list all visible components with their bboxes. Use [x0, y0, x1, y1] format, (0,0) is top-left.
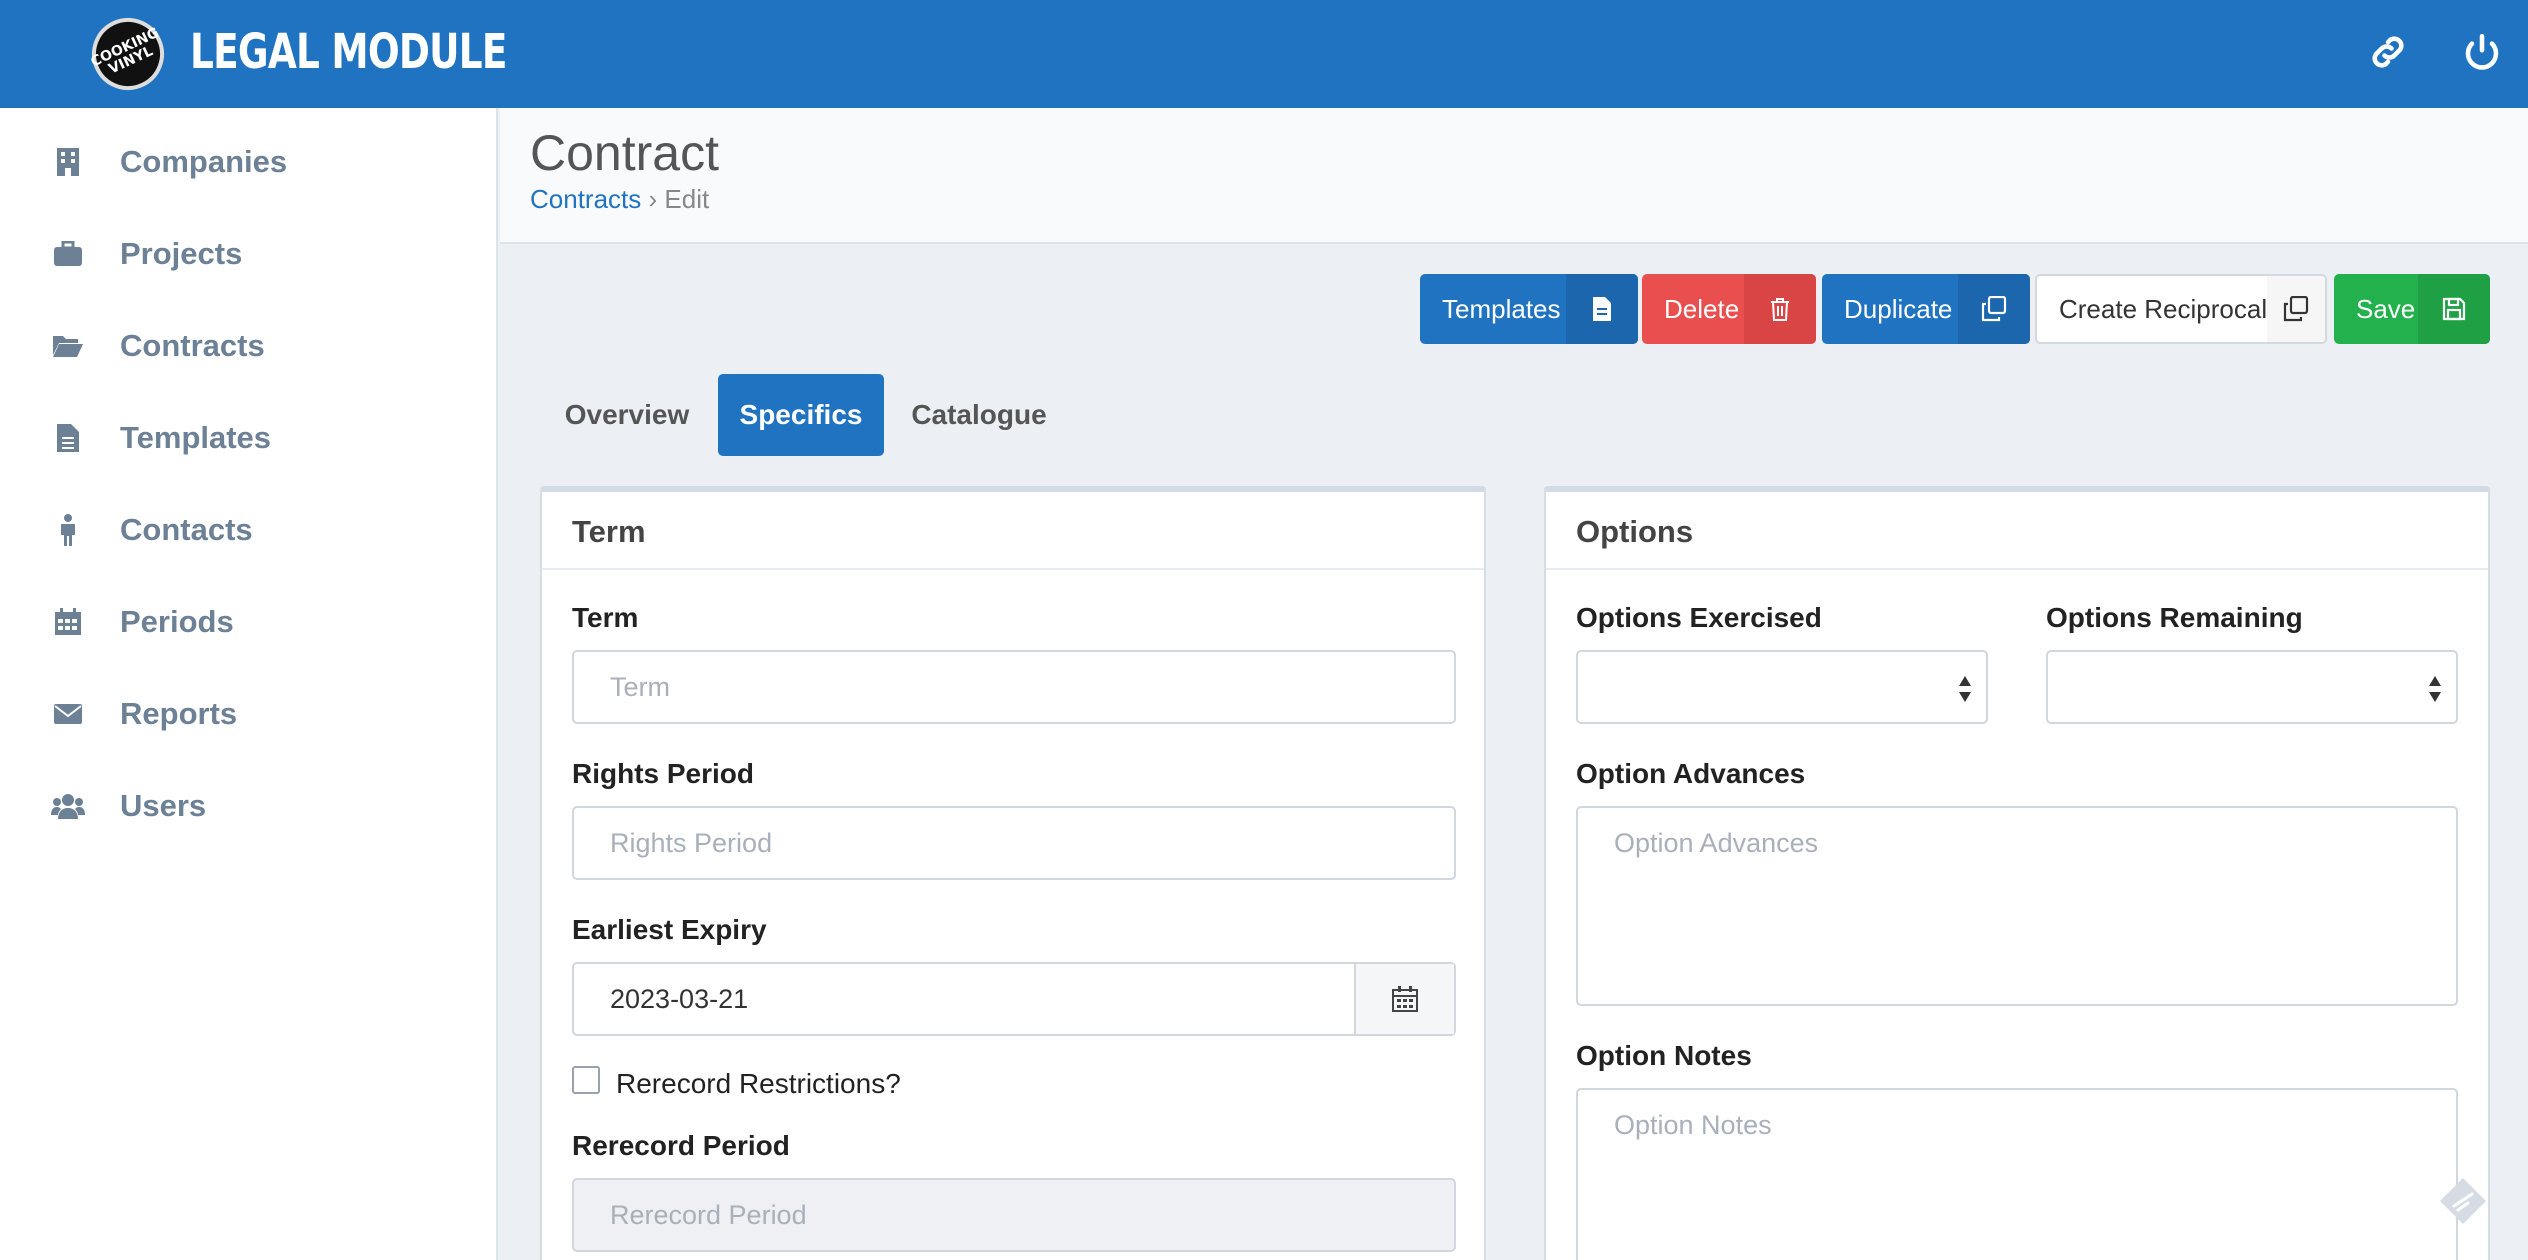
tab-specifics[interactable]: Specifics [718, 374, 884, 456]
breadcrumb-current: Edit [664, 184, 710, 214]
sidebar: Companies Projects Contracts Templates C… [0, 108, 498, 1260]
option-notes-textarea[interactable] [1576, 1088, 2458, 1260]
sidebar-item-label: Reports [120, 696, 238, 731]
rerecord-period-input [572, 1178, 1456, 1252]
save-icon [2418, 274, 2490, 344]
select-arrows-icon [1959, 676, 1971, 702]
tab-catalogue[interactable]: Catalogue [888, 374, 1070, 456]
link-icon[interactable] [2364, 28, 2412, 76]
options-remaining-label: Options Remaining [2046, 602, 2303, 633]
panel-divider [1546, 568, 2488, 570]
sidebar-item-label: Contracts [120, 328, 265, 363]
sidebar-item-label: Templates [120, 420, 272, 455]
feedback-badge-icon[interactable] [2438, 1176, 2488, 1226]
rerecord-period-label: Rerecord Period [572, 1130, 790, 1161]
rights-period-label: Rights Period [572, 758, 755, 789]
sidebar-item-companies[interactable]: Companies [0, 116, 496, 208]
sidebar-item-reports[interactable]: Reports [0, 668, 496, 760]
sidebar-item-label: Users [120, 788, 207, 823]
delete-button[interactable]: Delete [1642, 274, 1816, 344]
option-notes-label: Option Notes [1576, 1040, 1752, 1071]
term-input[interactable] [572, 650, 1456, 724]
trash-icon [1744, 274, 1816, 344]
breadcrumb: Contracts › Edit [530, 184, 709, 215]
term-panel: Term Term Rights Period Earliest Expiry … [540, 486, 1486, 1260]
earliest-expiry-input[interactable]: 2023-03-21 [574, 964, 1354, 1034]
templates-button[interactable]: Templates [1420, 274, 1638, 344]
calendar-button[interactable] [1354, 964, 1454, 1034]
rerecord-restrictions-checkbox[interactable] [572, 1066, 600, 1094]
sidebar-item-periods[interactable]: Periods [0, 576, 496, 668]
calendar-icon [1392, 986, 1418, 1012]
select-arrows-icon [2429, 676, 2441, 702]
sidebar-item-label: Contacts [120, 512, 253, 547]
logo[interactable]: COOKING VINYL [80, 6, 176, 102]
duplicate-button-label: Duplicate [1844, 293, 1953, 324]
users-icon [50, 788, 86, 824]
duplicate-button[interactable]: Duplicate [1822, 274, 2030, 344]
person-icon [50, 512, 86, 548]
file-icon [1566, 274, 1638, 344]
envelope-icon [50, 696, 86, 732]
sidebar-item-contracts[interactable]: Contracts [0, 300, 496, 392]
save-button[interactable]: Save [2334, 274, 2490, 344]
panel-divider [542, 568, 1484, 570]
sidebar-item-templates[interactable]: Templates [0, 392, 496, 484]
calendar-icon [50, 604, 86, 640]
term-panel-title: Term [572, 514, 646, 549]
app-title: LEGAL MODULE [190, 24, 507, 80]
option-advances-textarea[interactable] [1576, 806, 2458, 1006]
sidebar-item-contacts[interactable]: Contacts [0, 484, 496, 576]
logo-text: COOKING VINYL [88, 24, 162, 78]
sidebar-item-projects[interactable]: Projects [0, 208, 496, 300]
top-bar: COOKING VINYL LEGAL MODULE [0, 0, 2528, 108]
earliest-expiry-field: 2023-03-21 [572, 962, 1456, 1036]
options-exercised-select[interactable] [1576, 650, 1988, 724]
delete-button-label: Delete [1664, 293, 1740, 324]
sidebar-item-label: Projects [120, 236, 243, 271]
options-exercised-label: Options Exercised [1576, 602, 1822, 633]
file-text-icon [50, 420, 86, 456]
breadcrumb-separator: › [648, 184, 658, 214]
copy-icon [1958, 274, 2030, 344]
sidebar-item-users[interactable]: Users [0, 760, 496, 852]
sidebar-item-label: Companies [120, 144, 288, 179]
power-icon[interactable] [2458, 28, 2506, 76]
option-advances-label: Option Advances [1576, 758, 1806, 789]
create-reciprocal-button[interactable]: Create Reciprocal [2035, 274, 2327, 344]
options-panel: Options Options Exercised Options Remain… [1544, 486, 2490, 1260]
briefcase-icon [50, 236, 86, 272]
templates-button-label: Templates [1442, 293, 1561, 324]
building-icon [50, 144, 86, 180]
rerecord-restrictions-label: Rerecord Restrictions? [616, 1068, 901, 1099]
tab-overview[interactable]: Overview [540, 374, 714, 456]
breadcrumb-contracts-link[interactable]: Contracts [530, 184, 641, 214]
options-panel-title: Options [1576, 514, 1694, 549]
create-reciprocal-button-label: Create Reciprocal [2059, 293, 2268, 324]
rights-period-input[interactable] [572, 806, 1456, 880]
term-label: Term [572, 602, 639, 633]
page-header: Contract Contracts › Edit [500, 108, 2528, 244]
copy-icon [2267, 276, 2325, 342]
page-title: Contract [530, 125, 719, 181]
options-remaining-select[interactable] [2046, 650, 2458, 724]
save-button-label: Save [2356, 293, 2416, 324]
folder-open-icon [50, 328, 86, 364]
earliest-expiry-label: Earliest Expiry [572, 914, 767, 945]
sidebar-item-label: Periods [120, 604, 234, 639]
